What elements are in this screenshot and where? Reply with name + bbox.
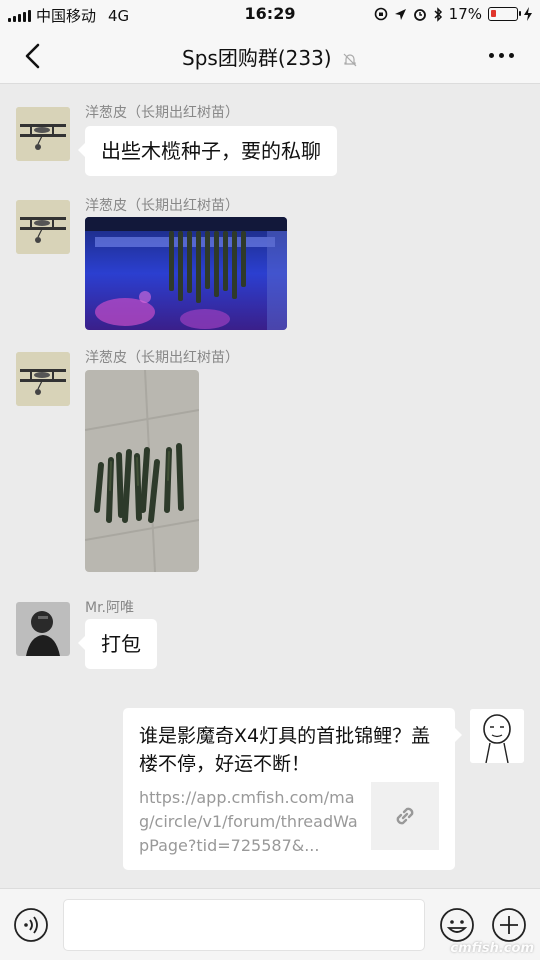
avatar[interactable] xyxy=(16,602,70,656)
nav-bar: Sps团购群(233) xyxy=(0,28,540,84)
sender-name: 洋葱皮（长期出红树苗） xyxy=(85,198,239,214)
bluetooth-icon xyxy=(434,6,442,22)
battery-percent: 17% xyxy=(448,5,482,23)
sender-name: 洋葱皮（长期出红树苗） xyxy=(85,350,239,366)
image-message-seeds[interactable] xyxy=(85,370,199,572)
link-url: https://app.cmfish.com/mag/circle/v1/for… xyxy=(139,788,358,855)
link-icon xyxy=(396,807,414,825)
more-options-button[interactable] xyxy=(489,53,514,58)
link-title: 谁是影魔奇X4灯具的首批锦鲤？盖楼不停，好运不断！ xyxy=(139,725,431,775)
voice-button[interactable] xyxy=(13,907,49,947)
message-bubble[interactable]: 打包 xyxy=(78,619,157,669)
message-bubble[interactable]: 出些木榄种子，要的私聊 xyxy=(78,126,337,176)
battery-icon xyxy=(488,7,521,21)
my-avatar[interactable] xyxy=(470,709,524,763)
sender-name: Mr.阿唯 xyxy=(85,600,134,616)
plus-icon xyxy=(492,908,526,942)
avatar[interactable] xyxy=(16,352,70,406)
shared-link-card[interactable]: 谁是影魔奇X4灯具的首批锦鲤？盖楼不停，好运不断！ https://app.cm… xyxy=(123,708,462,870)
link-thumbnail xyxy=(371,782,439,850)
alarm-icon xyxy=(413,9,426,21)
mute-bell-icon xyxy=(343,53,357,66)
charging-icon xyxy=(524,7,532,21)
emoji-icon xyxy=(440,908,474,942)
chat-title: Sps团购群(233) xyxy=(0,42,540,71)
message-input[interactable] xyxy=(63,899,425,951)
status-bar: 中国移动 4G 16:29 17% xyxy=(0,0,540,28)
rotation-lock-icon xyxy=(374,7,387,21)
chat-title-text: Sps团购群(233) xyxy=(182,46,332,70)
avatar[interactable] xyxy=(16,200,70,254)
sender-name: 洋葱皮（长期出红树苗） xyxy=(85,105,239,121)
location-icon xyxy=(394,8,406,20)
voice-icon xyxy=(14,908,48,942)
image-message-aquarium[interactable] xyxy=(85,217,287,330)
watermark: cmfish.com xyxy=(450,941,534,956)
input-bar: cmfish.com xyxy=(0,888,540,960)
avatar[interactable] xyxy=(16,107,70,161)
